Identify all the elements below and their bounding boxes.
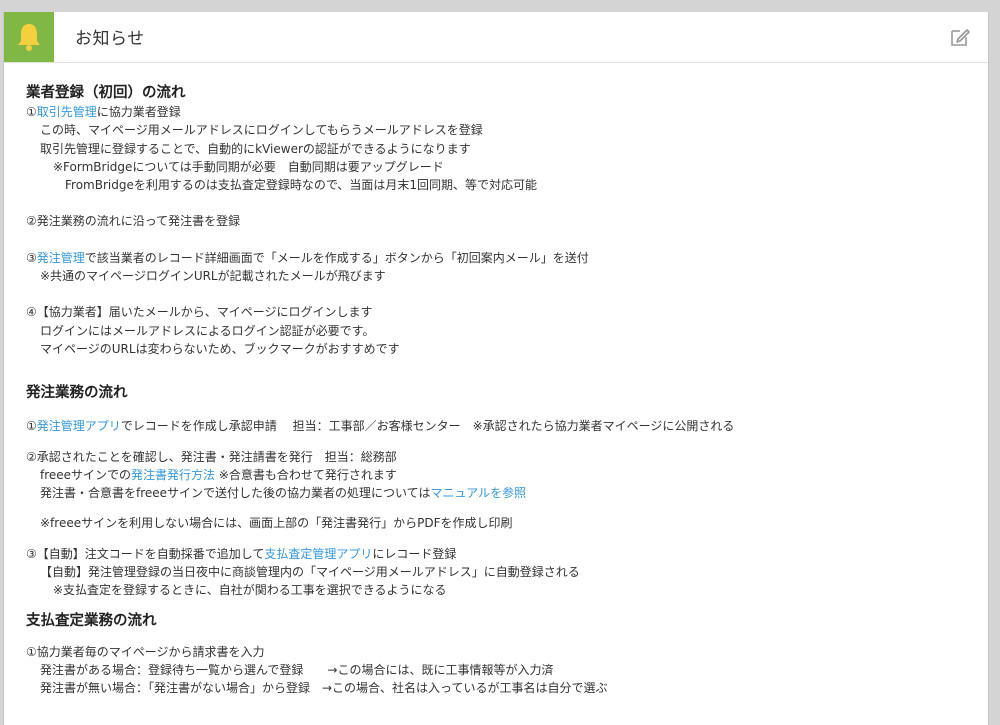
text-line: ※共通のマイページログインURLが記載されたメールが飛びます	[40, 269, 386, 284]
notice-panel: お知らせ 業者登録（初回）の流れ ①取引先管理に協力業者登録 この時、マイページ…	[3, 12, 989, 725]
text-line: FromBridgeを利用するのは支払査定登録時なので、当面は月末1回同期、等で…	[65, 178, 538, 193]
text-line: ④【協力業者】届いたメールから、マイページにログインします	[26, 305, 373, 320]
text-line: 取引先管理に登録することで、自動的にkViewerの認証ができるようになります	[40, 141, 471, 156]
link-order-issue-method[interactable]: 発注書発行方法	[131, 468, 215, 482]
panel-header: お知らせ	[4, 12, 988, 63]
page-title: お知らせ	[75, 29, 145, 49]
section-title-vendor-registration: 業者登録（初回）の流れ	[26, 85, 186, 101]
link-order-management-app[interactable]: 発注管理アプリ	[37, 419, 121, 433]
bell-icon-box	[4, 12, 54, 62]
text-line: ①取引先管理に協力業者登録	[26, 105, 181, 119]
link-payment-assessment-app[interactable]: 支払査定管理アプリ	[264, 547, 372, 561]
text-line: 発注書・合意書をfreeeサインで送付した後の協力業者の処理についてはマニュアル…	[40, 486, 527, 501]
text-line: 【自動】発注管理登録の当日夜中に商談管理内の「マイページ用メールアドレス」に自動…	[40, 565, 580, 580]
bell-icon	[18, 24, 40, 51]
text-line: ①発注管理アプリでレコードを作成し承認申請 担当：工事部／お客様センター ※承認…	[26, 419, 735, 434]
text-line: ※支払査定を登録するときに、自社が関わる工事を選択できるようになる	[53, 583, 447, 598]
text-line: ログインにはメールアドレスによるログイン認証が必要です。	[40, 323, 375, 338]
link-order-management[interactable]: 発注管理	[37, 251, 85, 265]
text-line: マイページのURLは変わらないため、ブックマークがおすすめです	[40, 341, 400, 356]
text-line: freeeサインでの発注書発行方法 ※合意書も合わせて発行されます	[40, 467, 397, 482]
text-line: ※FormBridgeについては手動同期が必要 自動同期は要アップグレード	[53, 159, 444, 174]
section-title-order-flow: 発注業務の流れ	[26, 385, 128, 402]
text-line: 発注書がある場合：登録待ち一覧から選んで登録 →この場合には、既に工事情報等が入…	[40, 662, 554, 677]
text-line: ※freeeサインを利用しない場合には、画面上部の「発注書発行」からPDFを作成…	[40, 516, 513, 531]
text-line: ①協力業者毎のマイページから請求書を入力	[26, 644, 265, 659]
link-manual[interactable]: マニュアルを参照	[430, 486, 526, 500]
link-vendor-management[interactable]: 取引先管理	[37, 105, 97, 119]
text-line: この時、マイページ用メールアドレスにログインしてもらうメールアドレスを登録	[40, 123, 483, 138]
section-title-payment-flow: 支払査定業務の流れ	[26, 612, 157, 629]
notice-content: 業者登録（初回）の流れ ①取引先管理に協力業者登録 この時、マイページ用メールア…	[4, 63, 988, 698]
text-line: 発注書が無い場合：「発注書がない場合」から登録 →この場合、社名は入っているが工…	[40, 681, 608, 696]
text-line: ②発注業務の流れに沿って発注書を登録	[26, 214, 241, 229]
text-line: ②承認されたことを確認し、発注書・発注請書を発行 担当：総務部	[26, 449, 397, 464]
edit-icon[interactable]	[949, 26, 971, 48]
text-line: ③【自動】注文コードを自動採番で追加して支払査定管理アプリにレコード登録	[26, 546, 457, 561]
text-line: ③発注管理で該当業者のレコード詳細画面で「メールを作成する」ボタンから「初回案内…	[26, 250, 589, 265]
